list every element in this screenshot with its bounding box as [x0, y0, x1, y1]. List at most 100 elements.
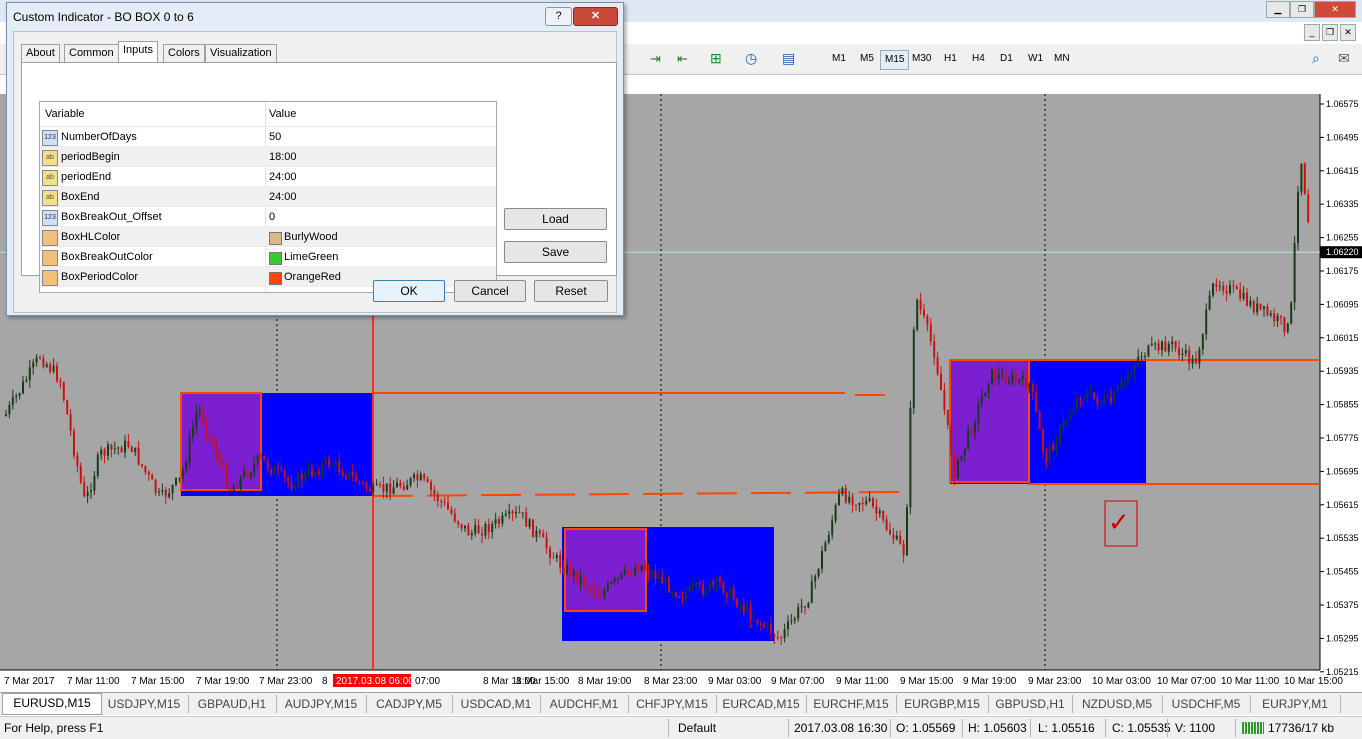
candle-body — [379, 484, 381, 486]
tab-colors[interactable]: Colors — [163, 44, 205, 62]
candle-body — [1229, 285, 1231, 294]
chart-tab[interactable]: GBPUSD,H1 — [988, 695, 1073, 713]
candle-body — [1110, 396, 1112, 403]
cancel-button[interactable]: Cancel — [454, 280, 526, 302]
candle-body — [732, 588, 735, 599]
candle-body — [1225, 290, 1228, 294]
param-row[interactable]: ab BoxEnd 24:00 — [40, 186, 496, 207]
timeframe-w1[interactable]: W1 — [1024, 50, 1047, 68]
param-value[interactable]: OrangeRed — [284, 267, 341, 287]
timeframe-m30[interactable]: M30 — [908, 50, 935, 68]
minimize-icon[interactable]: ▁ — [1266, 1, 1290, 18]
load-button[interactable]: Load — [504, 208, 607, 230]
candle-body — [1191, 358, 1194, 364]
chart-tab[interactable]: CADJPY,M5 — [366, 695, 453, 713]
chart-tab[interactable]: EURUSD,M15 — [2, 693, 102, 715]
timeframe-h1[interactable]: H1 — [940, 50, 961, 68]
time-axis-label: 8 Mar 23:00 — [644, 676, 698, 687]
color-swatch[interactable] — [269, 252, 282, 265]
chart-tab[interactable]: EURCHF,M15 — [806, 695, 897, 713]
timeframe-m5[interactable]: M5 — [856, 50, 878, 68]
chart-tab[interactable]: AUDCHF,M1 — [540, 695, 629, 713]
tab-visualization[interactable]: Visualization — [205, 44, 277, 62]
candle-body — [263, 456, 266, 461]
indicators-icon[interactable]: ⊞ — [710, 50, 722, 67]
param-row[interactable]: BoxBreakOutColor LimeGreen — [40, 246, 496, 267]
chart-shift-icon[interactable]: ⇥ — [650, 51, 661, 67]
candle-body — [365, 482, 368, 489]
param-value[interactable]: 50 — [269, 127, 281, 147]
candle-body — [222, 462, 225, 467]
candle-body — [1103, 397, 1106, 403]
tab-common[interactable]: Common — [64, 44, 119, 62]
param-row[interactable]: 123 NumberOfDays 50 — [40, 126, 496, 147]
chart-tab[interactable]: AUDJPY,M15 — [276, 695, 367, 713]
time-axis-label: 10 Mar 03:00 — [1092, 676, 1151, 687]
timeframe-m15[interactable]: M15 — [880, 50, 910, 70]
templates-icon[interactable]: ▤ — [782, 50, 795, 67]
color-swatch[interactable] — [269, 272, 282, 285]
mdi-restore-icon[interactable]: ❐ — [1322, 24, 1338, 41]
candle-body — [243, 471, 245, 477]
timeframe-h4[interactable]: H4 — [968, 50, 989, 68]
search-icon[interactable]: ⌕ — [1312, 50, 1320, 67]
chat-icon[interactable]: ✉ — [1338, 50, 1350, 67]
param-row[interactable]: ab periodBegin 18:00 — [40, 146, 496, 167]
param-value[interactable]: 18:00 — [269, 147, 297, 167]
autoscroll-icon[interactable]: ⇤ — [677, 51, 688, 67]
param-value[interactable]: BurlyWood — [284, 227, 338, 247]
candle-body — [453, 513, 456, 522]
chart-tab[interactable]: USDCHF,M5 — [1162, 695, 1251, 713]
ok-button[interactable]: OK — [373, 280, 445, 302]
candle-body — [518, 511, 521, 513]
candle-body — [416, 474, 419, 481]
chart-tab[interactable]: USDJPY,M15 — [100, 695, 189, 713]
candle-body — [76, 455, 79, 466]
candle-body — [66, 400, 69, 415]
candle-body — [273, 467, 276, 474]
param-value[interactable]: 0 — [269, 207, 275, 227]
mdi-minimize-icon[interactable]: _ — [1304, 24, 1320, 41]
param-row[interactable]: BoxHLColor BurlyWood — [40, 226, 496, 247]
chart-tab[interactable]: EURGBP,M15 — [896, 695, 989, 713]
time-axis-label: 10 Mar 07:00 — [1157, 676, 1216, 687]
param-value[interactable]: LimeGreen — [284, 247, 338, 267]
mdi-close-icon[interactable]: ✕ — [1340, 24, 1356, 41]
timeframe-m1[interactable]: M1 — [828, 50, 850, 68]
price-tick-label: 1.06175 — [1326, 266, 1359, 276]
maximize-icon[interactable]: ❐ — [1290, 1, 1314, 18]
candle-body — [967, 429, 970, 449]
tab-about[interactable]: About — [21, 44, 60, 62]
candle-body — [79, 465, 82, 483]
chart-tab[interactable]: GBPAUD,H1 — [188, 695, 277, 713]
param-row[interactable]: 123 BoxBreakOut_Offset 0 — [40, 206, 496, 227]
candle-body — [1157, 343, 1160, 351]
chart-tab[interactable]: CHFJPY,M15 — [628, 695, 717, 713]
candle-body — [253, 463, 256, 473]
price-tick-label: 1.06095 — [1326, 299, 1359, 309]
candle-body — [1300, 163, 1303, 192]
save-button[interactable]: Save — [504, 241, 607, 263]
candle-body — [712, 581, 715, 585]
param-value[interactable]: 24:00 — [269, 167, 297, 187]
help-button[interactable]: ? — [545, 7, 572, 26]
candle-body — [827, 535, 830, 543]
chart-tab[interactable]: EURCAD,M15 — [716, 695, 807, 713]
color-swatch[interactable] — [269, 232, 282, 245]
chart-tab[interactable]: EURJPY,M1 — [1250, 695, 1341, 713]
clock-icon[interactable]: ◷ — [745, 50, 757, 67]
reset-button[interactable]: Reset — [534, 280, 608, 302]
candle-body — [722, 581, 725, 593]
chart-tab[interactable]: NZDUSD,M5 — [1072, 695, 1163, 713]
dialog-close-button[interactable]: ✕ — [573, 7, 618, 26]
candle-body — [331, 465, 334, 467]
candle-body — [324, 459, 327, 464]
param-value[interactable]: 24:00 — [269, 187, 297, 207]
param-row[interactable]: ab periodEnd 24:00 — [40, 166, 496, 187]
tab-inputs[interactable]: Inputs — [118, 41, 158, 63]
timeframe-mn[interactable]: MN — [1050, 50, 1074, 68]
timeframe-d1[interactable]: D1 — [996, 50, 1017, 68]
close-icon[interactable]: ✕ — [1314, 1, 1356, 18]
status-profile[interactable]: Default — [678, 720, 716, 736]
chart-tab[interactable]: USDCAD,M1 — [452, 695, 541, 713]
